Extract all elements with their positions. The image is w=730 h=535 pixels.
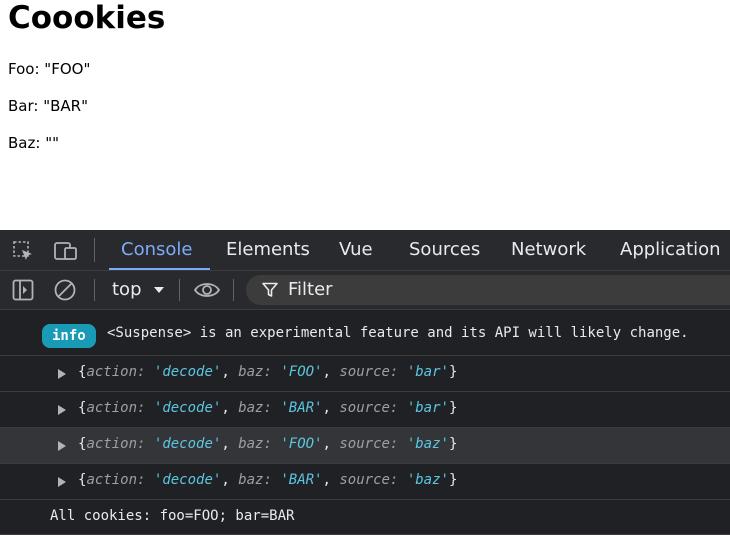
tab-network[interactable]: Network	[511, 230, 586, 270]
tab-application[interactable]: Application	[620, 230, 721, 270]
object-preview: {action: 'decode', baz: 'BAR', source: '…	[78, 472, 458, 488]
toolbar-divider-3	[233, 279, 234, 301]
devtools-tabbar: Console Elements Vue Sources Network App…	[0, 230, 730, 271]
inspect-element-icon[interactable]	[12, 240, 34, 262]
console-object-row[interactable]: {action: 'decode', baz: 'BAR', source: '…	[0, 392, 730, 428]
console-output: info <Suspense> is an experimental featu…	[0, 310, 730, 535]
object-preview: {action: 'decode', baz: 'FOO', source: '…	[78, 364, 458, 380]
clear-console-icon[interactable]	[54, 279, 76, 301]
console-toolbar: top Filter	[0, 271, 730, 310]
log-text: All cookies: foo=FOO; bar=BAR	[50, 508, 295, 524]
eye-icon[interactable]	[193, 279, 221, 301]
tab-vue[interactable]: Vue	[339, 230, 373, 270]
baz-line: Baz: ""	[8, 134, 59, 152]
toolbar-divider-2	[179, 279, 180, 301]
filter-input[interactable]: Filter	[246, 275, 730, 305]
console-object-row[interactable]: {action: 'decode', baz: 'FOO', source: '…	[0, 428, 730, 464]
object-preview: {action: 'decode', baz: 'BAR', source: '…	[78, 400, 458, 416]
expand-triangle-icon[interactable]	[58, 369, 66, 379]
filter-placeholder: Filter	[288, 279, 333, 300]
info-badge: info	[42, 324, 96, 348]
web-page: Coookies Foo: "FOO" Bar: "BAR" Baz: ""	[0, 0, 730, 230]
baz-label: Baz:	[8, 134, 41, 152]
devtools-panel: Console Elements Vue Sources Network App…	[0, 230, 730, 535]
foo-label: Foo:	[8, 60, 40, 78]
device-toolbar-icon[interactable]	[54, 240, 77, 262]
page-title: Coookies	[8, 0, 166, 36]
console-object-row[interactable]: {action: 'decode', baz: 'BAR', source: '…	[0, 464, 730, 500]
bar-line: Bar: "BAR"	[8, 97, 88, 115]
console-log-message: All cookies: foo=FOO; bar=BAR	[0, 500, 730, 535]
tabbar-divider	[94, 238, 95, 262]
console-object-row[interactable]: {action: 'decode', baz: 'FOO', source: '…	[0, 356, 730, 392]
foo-value: "FOO"	[44, 60, 91, 78]
console-info-message: info <Suspense> is an experimental featu…	[0, 310, 730, 356]
bar-label: Bar:	[8, 97, 39, 115]
expand-triangle-icon[interactable]	[58, 405, 66, 415]
expand-triangle-icon[interactable]	[58, 441, 66, 451]
bar-value: "BAR"	[43, 97, 89, 115]
tab-sources[interactable]: Sources	[409, 230, 480, 270]
info-text: <Suspense> is an experimental feature an…	[107, 325, 689, 341]
context-label: top	[112, 279, 142, 300]
toolbar-divider-1	[94, 279, 95, 301]
expand-triangle-icon[interactable]	[58, 477, 66, 487]
tab-console[interactable]: Console	[108, 230, 212, 270]
sidebar-toggle-icon[interactable]	[12, 279, 34, 301]
context-selector[interactable]: top	[112, 277, 165, 303]
foo-line: Foo: "FOO"	[8, 60, 90, 78]
tab-elements[interactable]: Elements	[226, 230, 310, 270]
chevron-down-icon	[153, 277, 165, 303]
object-preview: {action: 'decode', baz: 'FOO', source: '…	[78, 436, 458, 452]
filter-icon	[262, 282, 278, 302]
baz-value: ""	[45, 134, 60, 152]
